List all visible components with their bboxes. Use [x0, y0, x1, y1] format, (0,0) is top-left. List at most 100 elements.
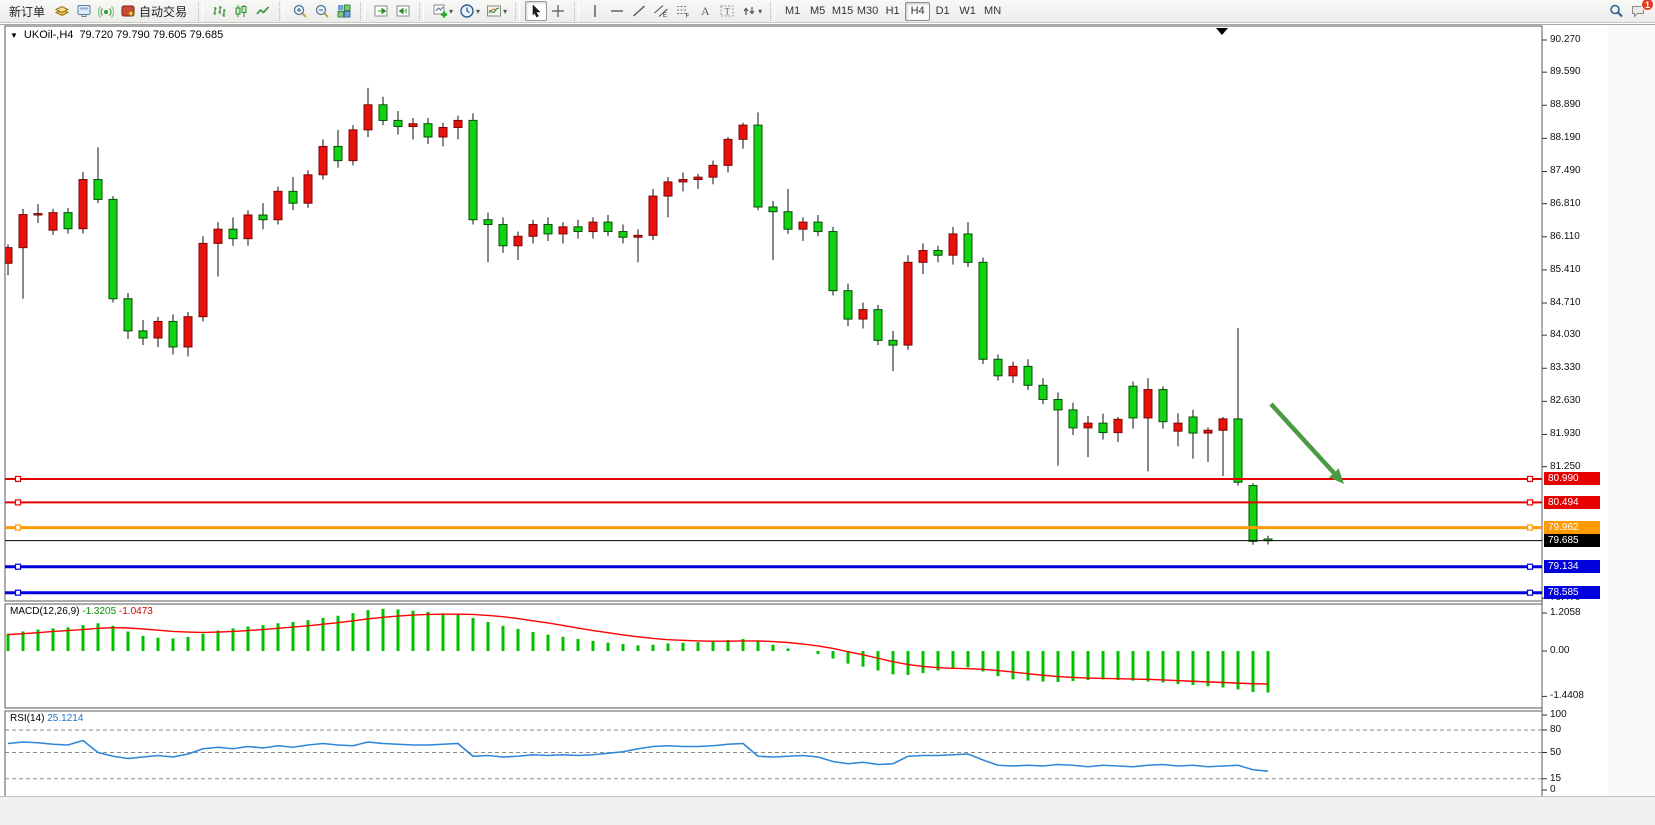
new-order-label: 新订单 [6, 3, 48, 20]
new-order-button[interactable]: 新订单 [3, 1, 51, 21]
horizontal-line-tool-button[interactable] [606, 1, 628, 21]
zoom-out-button[interactable] [311, 1, 333, 21]
price-tick-label: 86.110 [1550, 231, 1580, 243]
shift-marker-icon [1216, 28, 1228, 35]
arrows-tool-button[interactable]: ▾ [738, 1, 765, 21]
indicator-tick-label: -1.4408 [1550, 690, 1584, 702]
price-tick-label: 85.410 [1550, 264, 1581, 276]
period-icon [459, 3, 475, 19]
tile-windows-icon [336, 3, 352, 19]
text-label-tool-button[interactable]: T [716, 1, 738, 21]
autotrading-button[interactable]: 自动交易 [117, 1, 193, 21]
tile-windows-button[interactable] [333, 1, 355, 21]
price-tick-label: 89.590 [1550, 66, 1581, 78]
indicator-tick-label: 15 [1550, 773, 1561, 785]
svg-text:A: A [701, 4, 710, 18]
indicators-icon [486, 3, 502, 19]
price-tick-label: 88.190 [1550, 132, 1581, 144]
notifications-button[interactable]: 1 [1627, 1, 1649, 21]
indicator-tick-label: 100 [1550, 709, 1567, 721]
timeframe-button-w1[interactable]: W1 [955, 2, 980, 21]
timeframe-button-mn[interactable]: MN [980, 2, 1005, 21]
fibonacci-tool-button[interactable]: F [672, 1, 694, 21]
price-line-label: 80.494 [1544, 496, 1600, 509]
timeframe-button-d1[interactable]: D1 [930, 2, 955, 21]
timeframe-button-m15[interactable]: M15 [830, 2, 855, 21]
price-tick-label: 90.270 [1550, 34, 1581, 46]
text-icon: A [697, 3, 713, 19]
new-chart-dropdown-caret[interactable]: ▾ [449, 7, 453, 16]
market-watch-button[interactable] [51, 1, 73, 21]
arrows-dropdown-caret[interactable]: ▾ [758, 7, 762, 16]
period-dropdown-caret[interactable]: ▾ [476, 7, 480, 16]
zoom-out-icon [314, 3, 330, 19]
data-window-button[interactable] [73, 1, 95, 21]
text-tool-button[interactable]: A [694, 1, 716, 21]
indicator-tick-label: 50 [1550, 747, 1561, 759]
trendline-icon [631, 3, 647, 19]
chart-shift-icon [395, 3, 411, 19]
toolbar-separator [198, 2, 203, 21]
cursor-tool-button[interactable] [525, 1, 547, 21]
data-window-icon [76, 3, 92, 19]
chart-canvas[interactable] [0, 25, 1655, 821]
search-icon [1608, 3, 1624, 19]
crosshair-tool-button[interactable] [547, 1, 569, 21]
arrows-icon [741, 3, 757, 19]
text-label-icon: T [719, 3, 735, 19]
indicator-tick-label: 0.00 [1550, 645, 1569, 657]
indicators-dropdown-caret[interactable]: ▾ [503, 7, 507, 16]
chart-shift-button[interactable] [392, 1, 414, 21]
auto-scroll-icon [373, 3, 389, 19]
auto-scroll-button[interactable] [370, 1, 392, 21]
autotrading-label: 自动交易 [136, 3, 190, 20]
timeframe-button-h4[interactable]: H4 [905, 2, 930, 21]
line-chart-icon [255, 3, 271, 19]
navigator-button[interactable] [95, 1, 117, 21]
price-tick-label: 81.930 [1550, 428, 1581, 440]
indicators-button[interactable]: ▾ [483, 1, 510, 21]
vertical-line-icon [587, 3, 603, 19]
price-tick-label: 81.250 [1550, 461, 1581, 473]
new-chart-button[interactable]: ▾ [429, 1, 456, 21]
horizontal-line-icon [609, 3, 625, 19]
candlestick-chart-icon [233, 3, 249, 19]
timeframe-button-m1[interactable]: M1 [780, 2, 805, 21]
status-strip [0, 796, 1655, 825]
line-chart-button[interactable] [252, 1, 274, 21]
candlestick-chart-button[interactable] [230, 1, 252, 21]
zoom-in-icon [292, 3, 308, 19]
vertical-line-tool-button[interactable] [584, 1, 606, 21]
price-tick-label: 88.890 [1550, 99, 1581, 111]
cursor-icon [528, 3, 544, 19]
market-watch-icon [54, 3, 70, 19]
bar-chart-icon [211, 3, 227, 19]
price-tick-label: 84.710 [1550, 297, 1581, 309]
bar-chart-button[interactable] [208, 1, 230, 21]
trendline-tool-button[interactable] [628, 1, 650, 21]
toolbar-separator [360, 2, 365, 21]
indicator-tick-label: 80 [1550, 724, 1561, 736]
svg-text:E: E [663, 13, 667, 19]
toolbar-separator [279, 2, 284, 21]
timeframe-group: M1M5M15M30H1H4D1W1MN [777, 0, 1008, 23]
period-button[interactable]: ▾ [456, 1, 483, 21]
timeframe-button-m5[interactable]: M5 [805, 2, 830, 21]
annotation-arrow [1271, 404, 1344, 484]
price-tick-label: 87.490 [1550, 165, 1581, 177]
channel-icon: E [653, 3, 669, 19]
channel-tool-button[interactable]: E [650, 1, 672, 21]
indicator-tick-label: 0 [1550, 784, 1556, 796]
timeframe-button-m30[interactable]: M30 [855, 2, 880, 21]
autotrading-icon [120, 3, 136, 19]
crosshair-icon [550, 3, 566, 19]
indicator-tick-label: 1.2058 [1550, 607, 1581, 619]
search-button[interactable] [1605, 1, 1627, 21]
main-toolbar: 新订单 [0, 0, 1655, 23]
fibonacci-icon: F [675, 3, 691, 19]
navigator-icon [98, 3, 114, 19]
timeframe-button-h1[interactable]: H1 [880, 2, 905, 21]
application-window: 新订单 [0, 0, 1655, 825]
zoom-in-button[interactable] [289, 1, 311, 21]
price-tick-label: 86.810 [1550, 198, 1581, 210]
